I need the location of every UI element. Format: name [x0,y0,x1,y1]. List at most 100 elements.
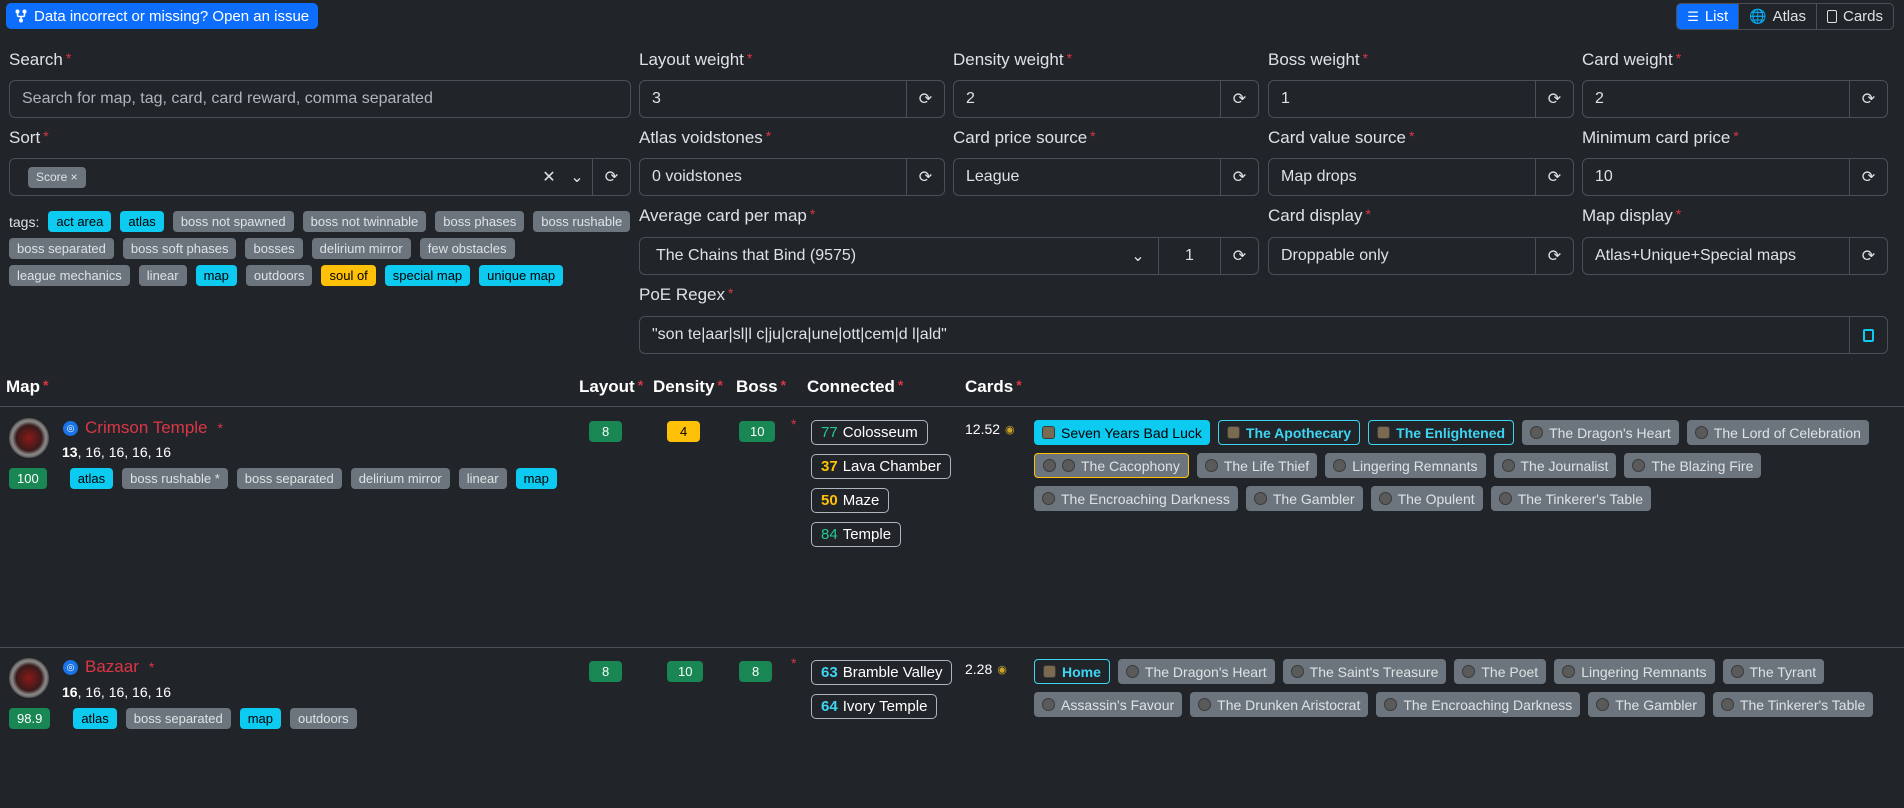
map-tag[interactable]: delirium mirror [350,468,450,489]
card-price-source-select[interactable]: League ⟳ [953,158,1259,196]
filter-tag[interactable]: delirium mirror [311,238,411,259]
chevron-down-icon[interactable]: ⌄ [562,159,592,195]
connected-map[interactable]: 50 Maze [811,488,890,513]
map-display-reset-button[interactable]: ⟳ [1849,238,1887,274]
density-weight-reset-button[interactable]: ⟳ [1220,81,1258,117]
col-header-map[interactable]: Map * [6,377,48,397]
average-card-reset-button[interactable]: ⟳ [1220,238,1258,274]
map-tag[interactable]: atlas [69,468,114,489]
atlas-voidstones-reset-button[interactable]: ⟳ [906,159,944,195]
view-atlas-button[interactable]: 🌐 Atlas [1738,4,1816,29]
connected-map[interactable]: 64 Ivory Temple [811,694,938,719]
connected-map[interactable]: 63 Bramble Valley [811,660,953,685]
card-badge[interactable]: The Tinkerer's Table [1712,692,1874,717]
card-value-source-select[interactable]: Map drops ⟳ [1268,158,1574,196]
card-badge[interactable]: The Gambler [1245,486,1363,511]
card-badge[interactable]: Assassin's Favour [1034,692,1183,717]
filter-tag[interactable]: boss not twinnable [302,211,427,232]
card-badge[interactable]: The Gambler [1588,692,1705,717]
connected-map[interactable]: 37 Lava Chamber [811,454,952,479]
layout-weight-field[interactable]: 3 ⟳ [639,80,945,118]
map-tag[interactable]: map [239,708,281,729]
filter-tag[interactable]: boss soft phases [122,238,237,259]
regex-value[interactable]: "son te|aar|sl|l c|ju|cra|une|ott|cem|d … [640,317,1849,353]
minimum-card-price-field[interactable]: 10 ⟳ [1582,158,1888,196]
clear-icon[interactable]: ✕ [536,159,562,195]
map-tag[interactable]: atlas [73,708,117,729]
col-header-connected[interactable]: Connected * [807,377,903,397]
card-badge[interactable]: The Saint's Treasure [1282,659,1447,684]
card-badge[interactable]: The Blazing Fire [1624,453,1762,478]
connected-map[interactable]: 84 Temple [811,522,902,547]
open-issue-button[interactable]: Data incorrect or missing? Open an issue [6,3,319,29]
card-badge[interactable]: Home [1034,659,1110,684]
card-badge[interactable]: The Poet [1454,659,1547,684]
density-weight-input[interactable]: 2 [954,81,1220,117]
filter-tag[interactable]: map [195,265,237,286]
filter-tag[interactable]: outdoors [245,265,313,286]
card-badge[interactable]: The Drunken Aristocrat [1190,692,1369,717]
average-card-count-input[interactable]: 1 [1158,238,1220,274]
card-badge[interactable]: The Dragon's Heart [1117,659,1275,684]
regex-field[interactable]: "son te|aar|sl|l c|ju|cra|une|ott|cem|d … [639,316,1888,354]
layout-weight-input[interactable]: 3 [640,81,906,117]
filter-tag[interactable]: bosses [245,238,303,259]
view-list-button[interactable]: ☰ List [1677,4,1739,29]
card-display-select[interactable]: Droppable only ⟳ [1268,237,1574,275]
filter-tag[interactable]: boss rushable [533,211,631,232]
col-header-cards[interactable]: Cards * [965,377,1022,397]
map-tag[interactable]: map [515,468,557,489]
card-badge[interactable]: The Encroaching Darkness [1034,486,1238,511]
card-badge[interactable]: The Enlightened [1368,420,1515,445]
card-badge[interactable]: The Encroaching Darkness [1376,692,1581,717]
sort-chip[interactable]: Score × [28,166,86,188]
card-badge[interactable]: Seven Years Bad Luck [1034,420,1210,445]
filter-tag[interactable]: special map [384,265,471,286]
chevron-down-icon[interactable]: ⌄ [1118,238,1158,274]
card-badge[interactable]: The Cacophony [1034,453,1189,478]
card-value-source-reset-button[interactable]: ⟳ [1535,159,1573,195]
card-weight-reset-button[interactable]: ⟳ [1849,81,1887,117]
card-badge[interactable]: The Tyrant [1722,659,1825,684]
card-badge[interactable]: The Apothecary [1217,420,1361,445]
minimum-card-price-input[interactable]: 10 [1583,159,1849,195]
filter-tag[interactable]: atlas [120,211,164,232]
card-badge[interactable]: The Opulent [1370,486,1483,511]
minimum-card-price-reset-button[interactable]: ⟳ [1849,159,1887,195]
filter-tag[interactable]: league mechanics [9,265,130,286]
filter-tag[interactable]: boss separated [9,238,114,259]
search-input[interactable]: Search for map, tag, card, card reward, … [9,80,631,118]
filter-tag[interactable]: boss phases [435,211,525,232]
card-badge[interactable]: Lingering Remnants [1325,453,1486,478]
card-badge[interactable]: The Lord of Celebration [1686,420,1869,445]
card-weight-input[interactable]: 2 [1583,81,1849,117]
map-tag[interactable]: outdoors [289,708,357,729]
filter-tag[interactable]: act area [48,211,112,232]
card-badge[interactable]: The Life Thief [1196,453,1318,478]
boss-weight-input[interactable]: 1 [1269,81,1535,117]
card-badge[interactable]: The Dragon's Heart [1522,420,1679,445]
average-card-select[interactable]: The Chains that Bind (9575) ⌄ 1 ⟳ [639,237,1259,275]
map-tag[interactable]: boss separated [236,468,342,489]
map-name[interactable]: Crimson Temple [85,418,208,438]
copy-button[interactable] [1849,317,1887,353]
map-tag[interactable]: linear [458,468,507,489]
filter-tag[interactable]: linear [138,265,187,286]
boss-weight-field[interactable]: 1 ⟳ [1268,80,1574,118]
card-display-reset-button[interactable]: ⟳ [1535,238,1573,274]
card-badge[interactable]: The Journalist [1493,453,1617,478]
filter-tag[interactable]: unique map [479,265,564,286]
filter-tag[interactable]: boss not spawned [172,211,294,232]
boss-weight-reset-button[interactable]: ⟳ [1535,81,1573,117]
col-header-density[interactable]: Density * [653,377,723,397]
map-tag[interactable]: boss separated [125,708,231,729]
density-weight-field[interactable]: 2 ⟳ [953,80,1259,118]
map-tag[interactable]: boss rushable * [122,468,228,489]
map-display-select[interactable]: Atlas+Unique+Special maps ⟳ [1582,237,1888,275]
sort-reset-button[interactable]: ⟳ [592,159,630,195]
layout-weight-reset-button[interactable]: ⟳ [906,81,944,117]
connected-map[interactable]: 77 Colosseum [811,420,928,445]
atlas-voidstones-select[interactable]: 0 voidstones ⟳ [639,158,945,196]
card-badge[interactable]: Lingering Remnants [1554,659,1715,684]
col-header-boss[interactable]: Boss * [736,377,786,397]
